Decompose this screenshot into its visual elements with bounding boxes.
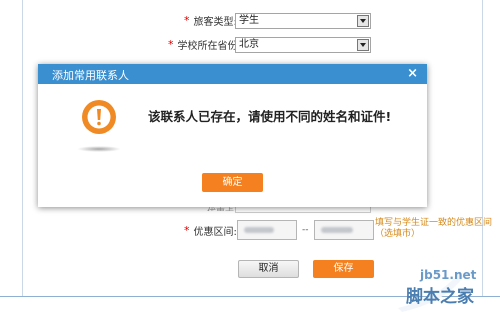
traveler-type-label: 旅客类型: [193, 17, 237, 28]
confirm-button[interactable]: 确定 [202, 173, 263, 192]
dialog-message: 该联系人已存在，请使用不同的姓名和证件! [148, 109, 392, 124]
icon-shadow [77, 146, 121, 152]
required-asterisk: * [168, 38, 174, 51]
discount-range-start-input[interactable] [237, 220, 297, 240]
discount-range-hint: 填写与学生证一致的优惠区间（选填市） [375, 218, 493, 239]
close-icon[interactable]: × [407, 66, 418, 81]
required-asterisk: * [184, 224, 190, 237]
school-province-value: 北京 [239, 39, 259, 50]
warning-exclamation-icon [82, 100, 116, 134]
school-province-select[interactable]: 北京 [235, 37, 371, 53]
school-province-row: * 学校所在省份: [168, 37, 241, 52]
watermark-site-name: 脚本之家 [406, 287, 474, 307]
chevron-down-icon [357, 15, 369, 27]
discount-range-label: 优惠区间: [193, 227, 237, 238]
school-province-label: 学校所在省份: [177, 41, 241, 52]
traveler-type-value: 学生 [239, 15, 259, 26]
page-border-left [22, 0, 23, 296]
traveler-type-row: * 旅客类型: [184, 13, 237, 28]
chevron-down-icon [357, 39, 369, 51]
dialog-header: 添加常用联系人 × [38, 64, 427, 84]
cancel-button[interactable]: 取消 [238, 260, 299, 278]
site-watermark: jb51.net 脚本之家 [398, 268, 500, 312]
discount-range-end-input[interactable] [314, 220, 374, 240]
watermark-domain: jb51.net [420, 268, 477, 282]
dialog-title: 添加常用联系人 [52, 69, 129, 82]
blurred-value [321, 227, 353, 233]
page-border-right [482, 0, 483, 296]
discount-range-row: * 优惠区间: [184, 223, 237, 238]
required-asterisk: * [184, 14, 190, 27]
blurred-value [244, 227, 274, 233]
traveler-type-select[interactable]: 学生 [235, 13, 371, 29]
save-button[interactable]: 保存 [313, 260, 374, 278]
range-separator: -- [302, 225, 309, 235]
add-contact-dialog: 添加常用联系人 × 该联系人已存在，请使用不同的姓名和证件! 确定 [38, 64, 427, 207]
